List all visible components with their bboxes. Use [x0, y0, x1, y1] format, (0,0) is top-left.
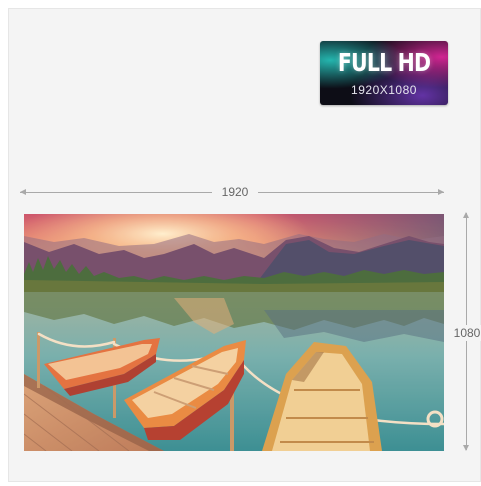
lake-boats-illustration — [24, 214, 444, 451]
badge-resolution: 1920X1080 — [351, 83, 417, 97]
arrow-down-icon — [463, 445, 469, 451]
full-hd-badge: FULL HD 1920X1080 — [320, 41, 448, 105]
badge-title: FULL HD — [337, 48, 431, 77]
arrow-left-icon — [20, 189, 26, 195]
width-label: 1920 — [212, 185, 258, 199]
arrow-right-icon — [438, 189, 444, 195]
arrow-up-icon — [463, 212, 469, 218]
height-label: 1080 — [451, 325, 481, 341]
sample-landscape-image — [24, 214, 444, 451]
